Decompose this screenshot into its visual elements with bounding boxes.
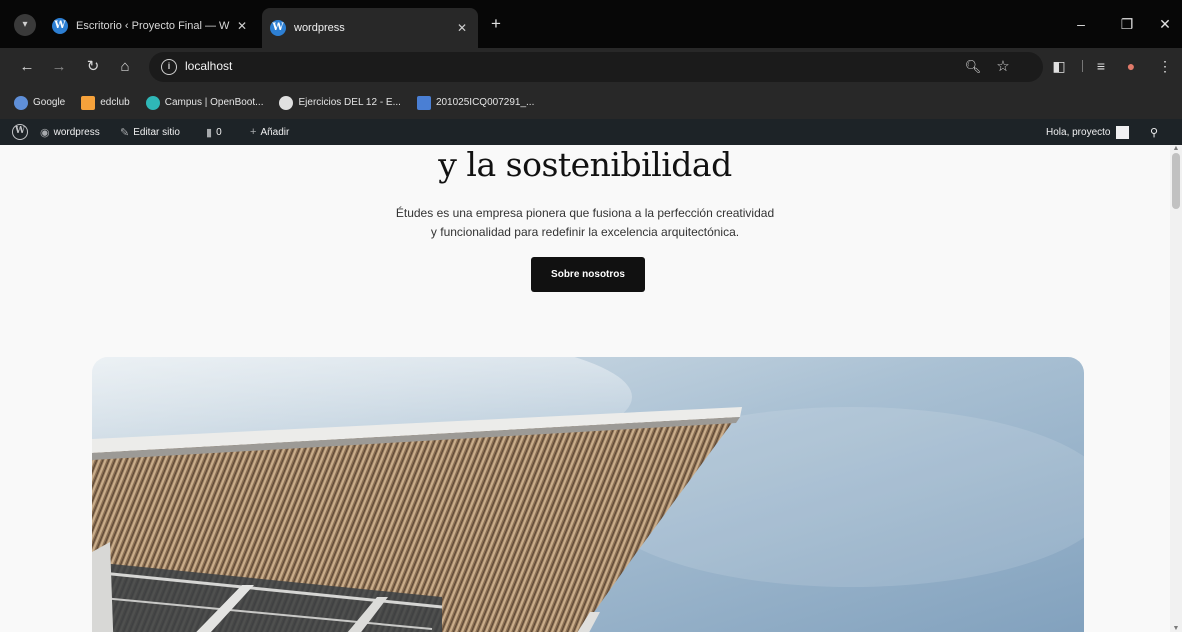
search-icon[interactable]: ⚲ [1150, 119, 1162, 145]
kebab-menu-icon[interactable]: ⋮ [1154, 55, 1176, 77]
bookmark-label: Ejercicios DEL 12 - E... [298, 97, 401, 108]
minimize-icon[interactable]: – [1068, 12, 1094, 36]
hero-description: Études es una empresa pionera que fusion… [335, 204, 835, 242]
forward-arrow-icon[interactable]: → [48, 56, 70, 78]
admin-edit-site[interactable]: ✎ Editar sitio [120, 119, 180, 145]
plus-icon: + [250, 126, 257, 138]
tab-wordpress[interactable]: W wordpress ✕ [262, 8, 478, 48]
puzzle-icon[interactable]: ◧ [1048, 55, 1070, 77]
address-bar[interactable] [149, 52, 1043, 82]
bookmark-label: edclub [100, 97, 130, 108]
tab-title: wordpress [294, 22, 345, 34]
bookmark-edclub[interactable]: edclub [81, 95, 130, 110]
about-us-button[interactable]: Sobre nosotros [531, 257, 645, 292]
brush-icon: ✎ [120, 126, 130, 139]
bookmarks-bar: Google edclub Campus | OpenBoot... Ejerc… [0, 86, 1182, 119]
maximize-icon[interactable]: ❐ [1114, 12, 1140, 36]
wp-admin-bar: W ◉ wordpress ✎ Editar sitio ▮ 0 + Añadi… [0, 119, 1182, 145]
new-tab-button[interactable]: + [486, 14, 506, 34]
admin-account[interactable]: Hola, proyecto [1046, 119, 1130, 145]
bookmark-campus[interactable]: Campus | OpenBoot... [145, 95, 264, 110]
hero-description-line: Études es una empresa pionera que fusion… [395, 206, 775, 220]
info-icon[interactable]: i [161, 59, 177, 75]
home-icon[interactable]: ⌂ [114, 56, 136, 78]
tab-strip: ▾ W Escritorio ‹ Proyecto Final — W ✕ W … [0, 0, 1182, 48]
document-icon [416, 95, 431, 110]
hero-title: y la sostenibilidad [438, 145, 732, 184]
tab-escritorio[interactable]: W Escritorio ‹ Proyecto Final — W ✕ [44, 10, 258, 42]
wordpress-logo-icon[interactable]: W [12, 119, 28, 145]
dashboard-icon: ◉ [40, 126, 50, 139]
url-text[interactable]: localhost [185, 59, 232, 73]
wordpress-favicon-icon: W [52, 18, 68, 34]
page-scrollbar[interactable]: ▲ ▼ [1170, 145, 1182, 632]
globe-icon [14, 95, 28, 110]
edit-site-label: Editar sitio [133, 126, 180, 138]
site-name-label: wordpress [53, 126, 100, 138]
wordpress-favicon-icon: W [270, 20, 286, 36]
campus-icon [145, 95, 160, 110]
greeting-label: Hola, proyecto [1046, 126, 1111, 138]
add-new-label: Añadir [260, 126, 290, 138]
scroll-down-icon[interactable]: ▼ [1170, 625, 1182, 632]
sync-icon [279, 95, 294, 110]
profile-icon[interactable]: ● [1120, 55, 1142, 77]
comment-count: 0 [216, 126, 222, 138]
avatar [1116, 125, 1130, 139]
hero-description-line: y funcionalidad para redefinir la excele… [430, 225, 740, 239]
toolbar-divider [1082, 60, 1083, 72]
hand-icon [81, 95, 96, 110]
architecture-image [92, 357, 1084, 632]
close-icon[interactable]: ✕ [454, 21, 470, 35]
scroll-up-icon[interactable]: ▲ [1170, 145, 1182, 152]
star-icon[interactable]: ☆ [994, 57, 1012, 75]
scrollbar-thumb[interactable] [1172, 153, 1180, 209]
bookmark-document[interactable]: 201025ICQ007291_... [416, 95, 535, 110]
chevron-down-icon[interactable]: ▾ [14, 14, 36, 36]
back-arrow-icon[interactable]: ← [16, 56, 38, 78]
window-close-icon[interactable]: ✕ [1152, 12, 1178, 36]
bookmark-ejercicios[interactable]: Ejercicios DEL 12 - E... [279, 95, 401, 110]
bookmark-label: Google [33, 97, 66, 108]
admin-add-new[interactable]: + Añadir [250, 119, 289, 145]
comment-icon: ▮ [206, 126, 213, 139]
page-viewport: y la sostenibilidad Études es una empres… [0, 145, 1170, 632]
media-icon[interactable]: ≡ [1090, 55, 1112, 77]
admin-site-name[interactable]: ◉ wordpress [40, 119, 100, 145]
admin-comments[interactable]: ▮ 0 [206, 119, 222, 145]
reload-icon[interactable]: ↻ [82, 56, 104, 78]
close-icon[interactable]: ✕ [234, 19, 250, 33]
zoom-icon[interactable]: 🔍︎ [964, 59, 982, 75]
bookmark-google[interactable]: Google [14, 95, 66, 110]
tab-title: Escritorio ‹ Proyecto Final — W [76, 20, 230, 32]
bookmark-label: 201025ICQ007291_... [435, 97, 535, 108]
bookmark-label: Campus | OpenBoot... [164, 97, 264, 108]
